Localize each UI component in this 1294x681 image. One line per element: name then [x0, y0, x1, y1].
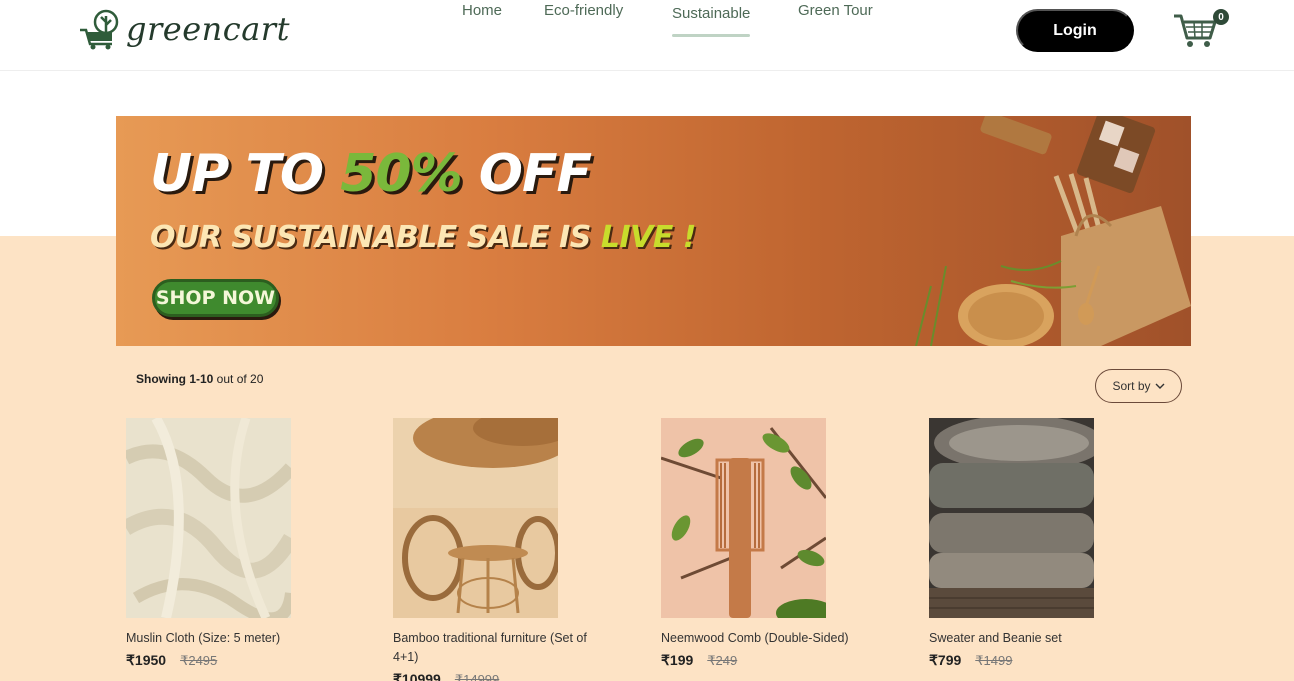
product-card[interactable]: Bamboo traditional furniture (Set of 4+1…: [393, 408, 613, 681]
login-button[interactable]: Login: [1016, 9, 1134, 52]
banner-subheadline: OUR SUSTAINABLE SALE IS LIVE !: [150, 220, 696, 255]
site-header: greencart Home Eco-friendly Sustainable …: [0, 0, 1294, 71]
product-name[interactable]: Sweater and Beanie set: [929, 629, 1139, 648]
sale-banner[interactable]: UP TO 50% OFF OUR SUSTAINABLE SALE IS LI…: [116, 116, 1191, 346]
bamboo-furniture-image[interactable]: [393, 408, 573, 618]
product-original-price: ₹2495: [180, 653, 218, 668]
sweater-beanie-image[interactable]: [929, 415, 1104, 618]
sort-by-label: Sort by: [1112, 379, 1151, 393]
product-original-price: ₹14999: [454, 672, 500, 681]
neemwood-comb-image[interactable]: [660, 418, 836, 627]
nav-green-tour[interactable]: Green Tour: [798, 2, 873, 28]
product-original-price: ₹249: [707, 653, 738, 668]
banner-headline: UP TO 50% OFF: [150, 144, 592, 204]
product-price: ₹10999: [393, 671, 441, 681]
logo[interactable]: greencart: [78, 8, 290, 50]
product-original-price: ₹1499: [975, 653, 1013, 668]
cart-count-badge: 0: [1213, 9, 1229, 25]
shop-now-button[interactable]: SHOP NOW: [152, 279, 279, 317]
product-name[interactable]: Neemwood Comb (Double-Sided): [661, 629, 871, 648]
nav-sustainable[interactable]: Sustainable: [672, 5, 751, 37]
results-count: Showing 1-10 out of 20: [136, 372, 264, 386]
sort-by-button[interactable]: Sort by: [1095, 369, 1182, 403]
chevron-down-icon: [1155, 383, 1164, 389]
nav-home[interactable]: Home: [462, 2, 502, 28]
product-price: ₹1950: [126, 652, 167, 668]
product-card[interactable]: Muslin Cloth (Size: 5 meter) ₹1950 ₹2495: [121, 415, 346, 669]
product-name[interactable]: Bamboo traditional furniture (Set of 4+1…: [393, 629, 603, 667]
cart-tree-logo-icon: [80, 9, 119, 50]
product-name[interactable]: Muslin Cloth (Size: 5 meter): [126, 629, 336, 648]
logo-text: greencart: [126, 10, 290, 48]
product-price: ₹199: [661, 652, 694, 668]
product-card[interactable]: Neemwood Comb (Double-Sided) ₹199 ₹249: [660, 418, 881, 669]
product-price: ₹799: [929, 652, 962, 668]
muslin-cloth-image[interactable]: [121, 415, 298, 625]
product-card[interactable]: Sweater and Beanie set ₹799 ₹1499: [929, 415, 1149, 669]
eco-products-illustration: [915, 116, 1191, 346]
nav-eco-friendly[interactable]: Eco-friendly: [544, 2, 623, 28]
